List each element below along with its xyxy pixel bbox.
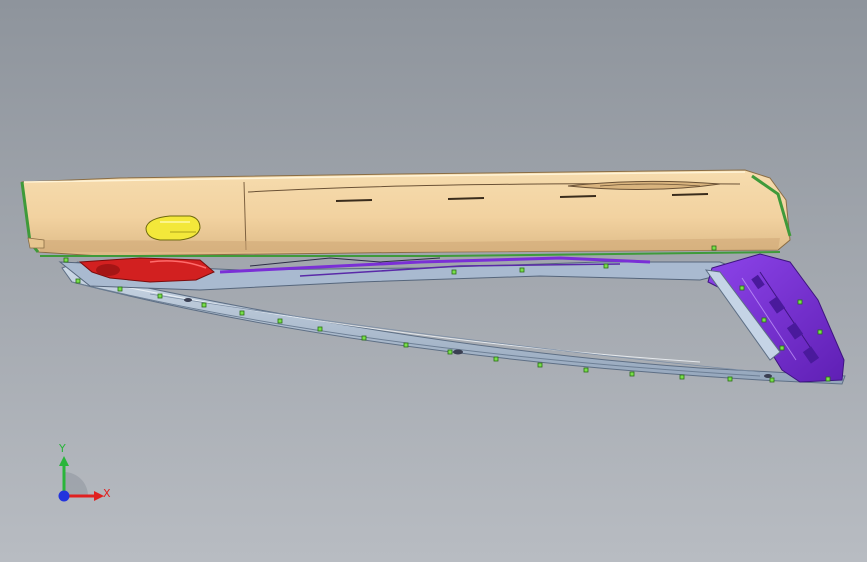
model-scene[interactable] xyxy=(0,0,867,562)
clip-point xyxy=(583,367,589,373)
y-axis-label: Y xyxy=(59,442,66,455)
clip-point xyxy=(603,263,609,269)
y-axis-arrow xyxy=(59,456,69,466)
clip-point xyxy=(711,245,717,251)
axis-triad xyxy=(58,456,104,502)
clip-point xyxy=(403,342,409,348)
clip-point xyxy=(727,376,733,382)
clip-point xyxy=(451,269,457,275)
clip-point xyxy=(817,329,823,335)
clip-point xyxy=(239,310,245,316)
clip-point xyxy=(779,345,785,351)
door-trim-panel[interactable] xyxy=(20,169,792,257)
clip-point xyxy=(679,374,685,380)
z-axis-dot xyxy=(58,490,70,502)
clip-point xyxy=(317,326,323,332)
clip-point xyxy=(797,299,803,305)
clip-point xyxy=(361,335,367,341)
yellow-switch-button[interactable] xyxy=(145,215,201,241)
clip-point xyxy=(739,285,745,291)
clip-point xyxy=(537,362,543,368)
clip-point xyxy=(447,349,453,355)
clip-point xyxy=(825,376,831,382)
clip-point xyxy=(201,302,207,308)
clip-point xyxy=(117,286,123,292)
clip-point xyxy=(519,267,525,273)
cad-viewport[interactable]: Y X xyxy=(0,0,867,562)
clip-point xyxy=(75,278,81,284)
x-axis-label: X xyxy=(103,487,111,500)
clip-point xyxy=(63,257,69,263)
clip-point xyxy=(157,293,163,299)
clip-point xyxy=(277,318,283,324)
clip-point xyxy=(493,356,499,362)
clip-point xyxy=(761,317,767,323)
clip-point xyxy=(629,371,635,377)
clip-point xyxy=(769,377,775,383)
